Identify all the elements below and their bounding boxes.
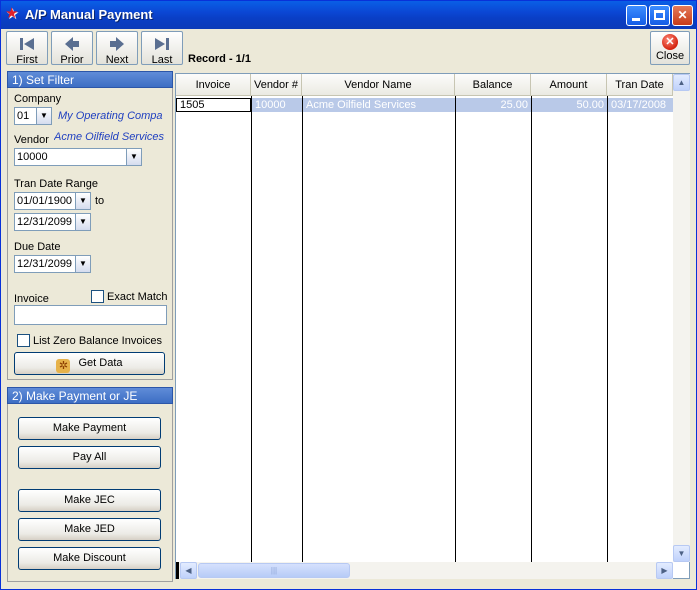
- next-label: Next: [105, 54, 129, 66]
- close-x-icon: ✕: [677, 8, 688, 22]
- chevron-down-icon[interactable]: ▼: [36, 108, 51, 124]
- column-header-tran-date[interactable]: Tran Date: [607, 74, 673, 96]
- filter-box: Company 01 ▼ My Operating Compa Vendor A…: [7, 88, 173, 380]
- next-record-button[interactable]: Next: [96, 31, 138, 66]
- first-arrow-icon: [20, 38, 34, 50]
- column-divider: [607, 96, 608, 562]
- maximize-icon: [654, 10, 665, 20]
- chevron-down-icon[interactable]: ▼: [75, 193, 90, 209]
- close-button[interactable]: ✕ Close: [650, 31, 690, 65]
- zero-balance-label: List Zero Balance Invoices: [33, 335, 163, 347]
- pay-all-button[interactable]: Pay All: [18, 446, 161, 469]
- column-header-amount[interactable]: Amount: [531, 74, 607, 96]
- scroll-right-icon[interactable]: ▶: [656, 562, 673, 579]
- column-header-vendor-name[interactable]: Vendor Name: [302, 74, 455, 96]
- scroll-up-icon[interactable]: ▲: [673, 74, 690, 91]
- company-value: 01: [17, 110, 30, 122]
- set-filter-header: 1) Set Filter: [7, 71, 173, 88]
- to-label: to: [95, 195, 105, 207]
- column-divider: [531, 96, 532, 562]
- column-divider: [302, 96, 303, 562]
- filter-panel: 1) Set Filter Company 01 ▼ My Operating …: [7, 69, 173, 585]
- star-icon: ★: [5, 5, 19, 22]
- make-payment-button[interactable]: Make Payment: [18, 417, 161, 440]
- tran-date-from-value: 01/01/1900: [17, 195, 73, 207]
- chevron-down-icon[interactable]: ▼: [126, 149, 141, 165]
- first-label: First: [16, 54, 38, 66]
- due-date-label: Due Date: [14, 241, 61, 253]
- last-arrow-icon: [155, 38, 169, 50]
- exact-match-label: Exact Match: [107, 291, 168, 303]
- window-close-button[interactable]: ✕: [672, 5, 693, 26]
- make-payment-header: 2) Make Payment or JE: [7, 387, 173, 404]
- make-discount-button[interactable]: Make Discount: [18, 547, 161, 570]
- left-arrow-icon: [65, 37, 79, 51]
- maximize-button[interactable]: [649, 5, 670, 26]
- tran-date-from-picker[interactable]: 01/01/1900 ▼: [14, 192, 91, 210]
- cell-vendor-no[interactable]: 10000: [252, 98, 302, 112]
- column-divider: [455, 96, 456, 562]
- row-selector-grip: [176, 562, 179, 579]
- last-label: Last: [151, 54, 173, 66]
- chevron-down-icon[interactable]: ▼: [75, 256, 90, 272]
- column-header-balance[interactable]: Balance: [455, 74, 531, 96]
- cell-balance[interactable]: 25.00: [456, 98, 531, 112]
- zero-balance-checkbox[interactable]: [17, 334, 30, 347]
- make-jec-button[interactable]: Make JEC: [18, 489, 161, 512]
- column-header-vendor-no[interactable]: Vendor #: [251, 74, 302, 96]
- vendor-select[interactable]: 10000 ▼: [14, 148, 142, 166]
- vendor-label: Vendor: [14, 134, 49, 146]
- chevron-down-icon[interactable]: ▼: [75, 214, 90, 230]
- horizontal-scroll-thumb[interactable]: |||: [198, 563, 350, 578]
- company-label: Company: [14, 93, 62, 105]
- cell-amount[interactable]: 50.00: [532, 98, 607, 112]
- get-data-button[interactable]: ✲ Get Data: [14, 352, 165, 375]
- title-bar: ★ A/P Manual Payment ✕: [1, 1, 696, 29]
- cell-vendor-name[interactable]: Acme Oilfield Services: [303, 98, 455, 112]
- gear-icon: ✲: [56, 359, 71, 373]
- due-date-value: 12/31/2099: [17, 258, 73, 270]
- column-divider: [251, 96, 252, 562]
- vendor-value: 10000: [17, 151, 48, 163]
- record-indicator: Record - 1/1: [188, 53, 251, 65]
- company-name: My Operating Compa: [58, 110, 163, 122]
- cell-invoice[interactable]: 1505: [176, 98, 251, 112]
- cell-tran-date[interactable]: 03/17/2008: [608, 98, 673, 112]
- vendor-name: Acme Oilfield Services: [54, 131, 165, 143]
- scroll-left-icon[interactable]: ◀: [180, 562, 197, 579]
- vertical-scrollbar[interactable]: ▲ ▼: [673, 74, 690, 562]
- navigation-toolbar: First Prior Next Last Record - 1/1 ✕ Clo…: [3, 29, 694, 67]
- right-arrow-icon: [110, 37, 124, 51]
- column-header-invoice[interactable]: Invoice: [176, 74, 251, 96]
- actions-box: Make Payment Pay All Make JEC Make JED M…: [7, 404, 173, 582]
- tran-date-to-picker[interactable]: 12/31/2099 ▼: [14, 213, 91, 231]
- window-title: A/P Manual Payment: [25, 7, 153, 22]
- get-data-label: Get Data: [78, 357, 123, 369]
- company-select[interactable]: 01 ▼: [14, 107, 52, 125]
- tran-date-range-label: Tran Date Range: [14, 178, 98, 190]
- invoice-grid[interactable]: Invoice Vendor # Vendor Name Balance Amo…: [175, 73, 690, 579]
- minimize-icon: [632, 18, 640, 21]
- minimize-button[interactable]: [626, 5, 647, 26]
- tran-date-to-value: 12/31/2099: [17, 216, 73, 228]
- grid-header: Invoice Vendor # Vendor Name Balance Amo…: [176, 74, 673, 96]
- close-circle-icon: ✕: [662, 34, 678, 50]
- due-date-picker[interactable]: 12/31/2099 ▼: [14, 255, 91, 273]
- exact-match-checkbox[interactable]: [91, 290, 104, 303]
- app-window: ★ A/P Manual Payment ✕ First Prior Next …: [0, 0, 697, 590]
- prior-label: Prior: [60, 54, 84, 66]
- close-label: Close: [655, 50, 685, 62]
- scroll-down-icon[interactable]: ▼: [673, 545, 690, 562]
- prior-record-button[interactable]: Prior: [51, 31, 93, 66]
- invoice-label: Invoice: [14, 293, 49, 305]
- make-jed-button[interactable]: Make JED: [18, 518, 161, 541]
- last-record-button[interactable]: Last: [141, 31, 183, 66]
- first-record-button[interactable]: First: [6, 31, 48, 66]
- horizontal-scrollbar[interactable]: ◀ ||| ▶: [176, 562, 673, 579]
- invoice-input[interactable]: [14, 305, 167, 325]
